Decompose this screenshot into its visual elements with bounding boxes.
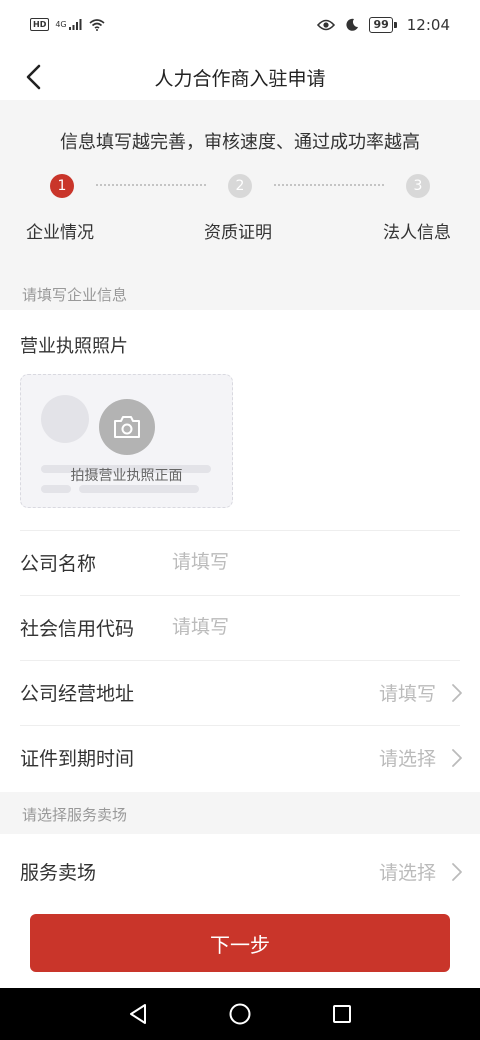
camera-icon	[114, 416, 140, 438]
company-address-label: 公司经营地址	[20, 683, 135, 705]
step-connector-2	[274, 184, 384, 186]
license-card: 营业执照照片 拍摄营业执照正面	[0, 310, 480, 530]
status-left: HD 4G	[30, 18, 105, 31]
service-market-row[interactable]: 服务卖场 请选择	[0, 834, 480, 904]
divider	[20, 530, 460, 531]
company-name-input[interactable]	[172, 546, 432, 578]
service-market-value: 请选择	[378, 862, 436, 884]
chevron-right-icon	[452, 863, 462, 881]
step-2-label: 资质证明	[204, 223, 272, 243]
step-3-label: 法人信息	[383, 223, 451, 243]
step-1-label: 企业情况	[26, 223, 94, 243]
license-upload-box[interactable]: 拍摄营业执照正面	[20, 374, 233, 508]
license-expiry-row[interactable]: 证件到期时间 请选择	[0, 725, 480, 790]
page-title: 人力合作商入驻申请	[154, 68, 326, 90]
divider	[20, 595, 460, 596]
signal-icon	[68, 19, 82, 30]
system-nav-bar	[0, 988, 480, 1040]
placeholder-line	[41, 485, 71, 493]
company-form: 公司名称 社会信用代码 公司经营地址 请填写 证件到期时间 请选择	[0, 530, 480, 792]
service-market-label: 服务卖场	[20, 862, 97, 884]
step-3-indicator: 3	[406, 174, 430, 198]
service-section-header: 请选择服务卖场	[0, 792, 480, 834]
circle-home-icon	[229, 1003, 251, 1025]
chevron-right-icon	[452, 749, 462, 767]
camera-button[interactable]	[99, 399, 155, 455]
placeholder-avatar	[41, 395, 89, 443]
triangle-back-icon	[130, 1004, 146, 1024]
divider	[20, 725, 460, 726]
license-expiry-label: 证件到期时间	[20, 748, 135, 770]
company-address-value: 请填写	[378, 683, 436, 705]
step-2-indicator: 2	[228, 174, 252, 198]
upload-hint: 拍摄营业执照正面	[70, 468, 183, 484]
credit-code-input[interactable]	[172, 611, 432, 643]
wifi-icon	[89, 18, 105, 31]
battery-indicator: 99	[369, 17, 398, 33]
system-home-button[interactable]	[227, 1001, 253, 1027]
credit-code-label: 社会信用代码	[20, 618, 135, 640]
company-name-row: 公司名称	[0, 530, 480, 595]
network-type: 4G	[55, 20, 67, 29]
system-back-button[interactable]	[125, 1001, 151, 1027]
divider	[20, 660, 460, 661]
status-right: 99 12:04	[317, 16, 450, 34]
next-step-button[interactable]: 下一步	[30, 914, 450, 972]
company-section-title: 请填写企业信息	[22, 286, 128, 304]
company-name-label: 公司名称	[20, 553, 97, 575]
license-title: 营业执照照片	[20, 336, 128, 357]
step-1-indicator: 1	[50, 174, 74, 198]
status-bar: HD 4G 99 12:04	[0, 0, 480, 54]
moon-icon	[346, 18, 359, 31]
company-address-row[interactable]: 公司经营地址 请填写	[0, 660, 480, 725]
license-expiry-value: 请选择	[378, 748, 436, 770]
system-recents-button[interactable]	[329, 1001, 355, 1027]
credit-code-row: 社会信用代码	[0, 595, 480, 660]
step-connector-1	[96, 184, 206, 186]
chevron-right-icon	[452, 684, 462, 702]
tip-text: 信息填写越完善，审核速度、通过成功率越高	[60, 132, 420, 153]
progress-panel: 信息填写越完善，审核速度、通过成功率越高 1 2 3 企业情况 资质证明 法人信…	[0, 100, 480, 268]
square-recents-icon	[333, 1005, 351, 1023]
placeholder-line	[79, 485, 199, 493]
service-section-title: 请选择服务卖场	[22, 806, 128, 824]
nav-bar: 人力合作商入驻申请	[0, 54, 480, 100]
company-section-header: 请填写企业信息	[0, 272, 480, 314]
clock: 12:04	[406, 16, 450, 34]
eye-icon	[317, 19, 336, 31]
hd-badge: HD	[30, 18, 50, 31]
